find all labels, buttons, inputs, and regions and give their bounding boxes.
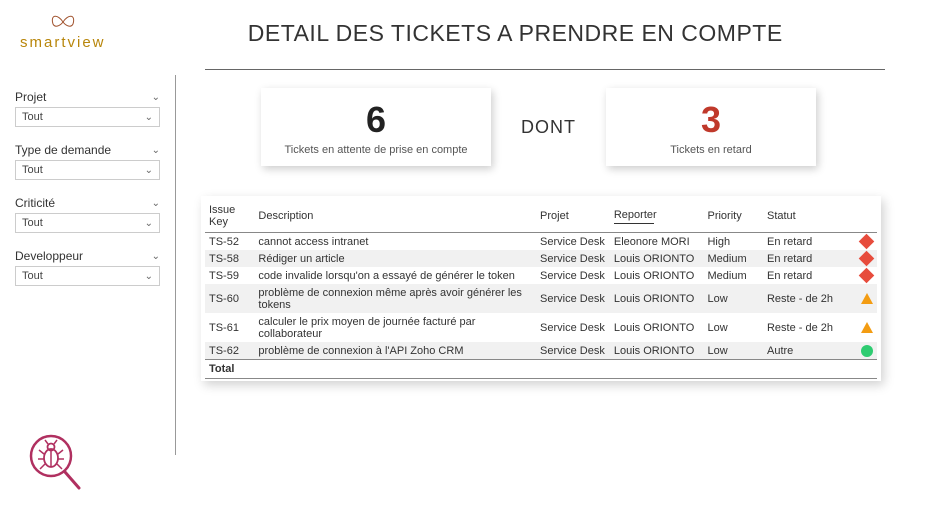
th-pri[interactable]: Priority (703, 198, 763, 233)
table-row[interactable]: TS-62problème de connexion à l'API Zoho … (205, 342, 877, 360)
chevron-down-icon: ⌄ (145, 165, 153, 176)
filter-select-criticite[interactable]: Tout ⌄ (15, 213, 160, 233)
tickets-table: Issue Key Description Projet Reporter Pr… (205, 198, 877, 379)
status-diamond-icon (859, 251, 875, 267)
status-circle-icon (861, 345, 873, 357)
chevron-down-icon: ⌄ (152, 198, 160, 209)
butterfly-icon (48, 12, 78, 36)
tickets-table-wrapper: Issue Key Description Projet Reporter Pr… (201, 196, 881, 381)
chevron-down-icon: ⌄ (152, 251, 160, 262)
status-diamond-icon (859, 234, 875, 250)
card-pending-number: 6 (283, 102, 469, 138)
chevron-down-icon: ⌄ (145, 112, 153, 123)
table-row[interactable]: TS-59code invalide lorsqu'on a essayé de… (205, 267, 877, 284)
cards-separator: DONT (521, 117, 576, 138)
content: 6 Tickets en attente de prise en compte … (176, 70, 945, 495)
logo-text: smartview (20, 34, 106, 51)
table-row[interactable]: TS-60problème de connexion même après av… (205, 284, 877, 313)
status-triangle-icon (861, 322, 873, 333)
chevron-down-icon: ⌄ (145, 218, 153, 229)
chevron-down-icon: ⌄ (145, 271, 153, 282)
filter-select-developpeur[interactable]: Tout ⌄ (15, 266, 160, 286)
chevron-down-icon: ⌄ (152, 92, 160, 103)
total-row: Total (205, 360, 877, 379)
th-key[interactable]: Issue Key (205, 198, 254, 233)
page-title: DETAIL DES TICKETS A PRENDRE EN COMPTE (106, 12, 925, 47)
filter-label-developpeur[interactable]: Developpeur ⌄ (15, 249, 160, 263)
th-rep[interactable]: Reporter (610, 198, 704, 233)
table-row[interactable]: TS-52cannot access intranetService DeskE… (205, 233, 877, 251)
card-pending-label: Tickets en attente de prise en compte (283, 144, 469, 156)
filter-label-projet[interactable]: Projet ⌄ (15, 90, 160, 104)
card-late-number: 3 (628, 102, 794, 138)
th-desc[interactable]: Description (254, 198, 536, 233)
status-triangle-icon (861, 293, 873, 304)
filter-select-type[interactable]: Tout ⌄ (15, 160, 160, 180)
chevron-down-icon: ⌄ (152, 145, 160, 156)
th-proj[interactable]: Projet (536, 198, 610, 233)
card-late-label: Tickets en retard (628, 144, 794, 156)
table-row[interactable]: TS-58Rédiger un articleService DeskLouis… (205, 250, 877, 267)
th-stat[interactable]: Statut (763, 198, 851, 233)
filter-label-criticite[interactable]: Criticité ⌄ (15, 196, 160, 210)
table-row[interactable]: TS-61calculer le prix moyen de journée f… (205, 313, 877, 342)
bug-search-icon (25, 430, 85, 500)
card-pending: 6 Tickets en attente de prise en compte (261, 88, 491, 166)
status-diamond-icon (859, 268, 875, 284)
logo: smartview (20, 12, 106, 51)
filter-select-projet[interactable]: Tout ⌄ (15, 107, 160, 127)
card-late: 3 Tickets en retard (606, 88, 816, 166)
sort-indicator-icon (614, 223, 654, 224)
filter-label-type[interactable]: Type de demande ⌄ (15, 143, 160, 157)
